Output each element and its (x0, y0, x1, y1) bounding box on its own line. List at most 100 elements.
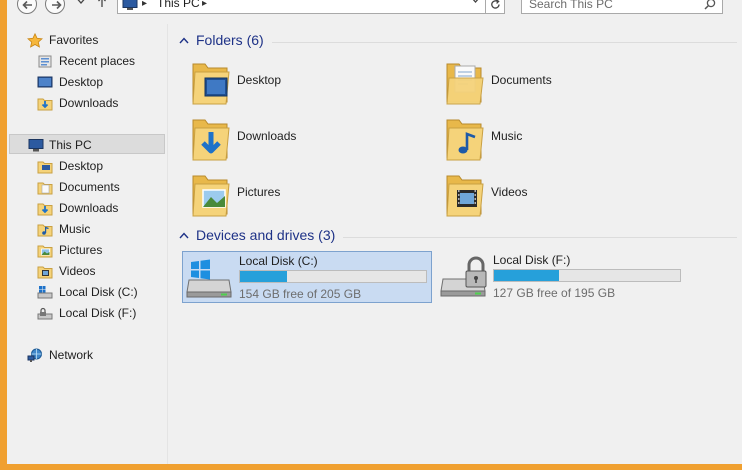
desktop-folder-icon (192, 63, 230, 105)
content-pane: Folders (6) Desktop Documents Downloads … (169, 24, 742, 464)
drive-tile-f[interactable]: Local Disk (F:) 127 GB free of 195 GB (437, 251, 687, 303)
refresh-button[interactable] (485, 0, 505, 14)
forward-arrow-icon (52, 0, 62, 10)
address-bar[interactable]: ▸ This PC ▸ (117, 0, 494, 14)
nav-label: Pictures (59, 243, 103, 257)
chevron-down-icon[interactable] (471, 0, 480, 3)
nav-label: Desktop (59, 75, 104, 89)
documents-folder-icon (446, 63, 484, 105)
collapse-chevron-icon[interactable] (179, 37, 189, 44)
pictures-folder-icon (37, 245, 53, 258)
refresh-icon (491, 0, 500, 9)
drive-name: Local Disk (C:) (239, 254, 318, 268)
drives-group-title: Devices and drives (3) (196, 227, 336, 243)
computer-icon (122, 0, 138, 10)
videos-folder-icon (446, 175, 484, 217)
up-arrow-icon[interactable] (97, 0, 107, 8)
nav-label: Videos (59, 264, 96, 278)
group-divider-line (343, 237, 737, 238)
drive-f-icon (37, 307, 53, 320)
drive-tile-c[interactable]: Local Disk (C:) 154 GB free of 205 GB (182, 251, 432, 303)
nav-pc-local-disk-f[interactable]: Local Disk (F:) (7, 303, 163, 323)
folder-label: Desktop (237, 73, 282, 87)
network-icon (27, 348, 42, 362)
nav-label: Desktop (59, 159, 104, 173)
drive-usage-bar (493, 269, 681, 282)
nav-pc-local-disk-c[interactable]: Local Disk (C:) (7, 282, 163, 302)
pane-divider[interactable] (167, 24, 168, 464)
drive-c-icon (37, 286, 53, 299)
folder-tile-documents[interactable]: Documents (441, 58, 691, 110)
group-divider-line (272, 42, 737, 43)
nav-pc-desktop[interactable]: Desktop (7, 156, 163, 176)
folder-label: Downloads (237, 129, 297, 143)
breadcrumb-separator[interactable]: ▸ (202, 0, 207, 9)
nav-pc-music[interactable]: Music (7, 219, 163, 239)
address-toolbar: ▸ This PC ▸ Search This PC (7, 0, 742, 18)
folder-label: Documents (491, 73, 552, 87)
nav-fav-desktop[interactable]: Desktop (7, 72, 163, 92)
nav-label: Documents (59, 180, 120, 194)
nav-label: Recent places (59, 54, 136, 68)
nav-network[interactable]: Network (7, 345, 163, 365)
folder-tile-desktop[interactable]: Desktop (187, 58, 437, 110)
drives-group-header[interactable]: Devices and drives (3) (177, 227, 737, 247)
explorer-window: ▸ This PC ▸ Search This PC Favorites Rec… (7, 0, 742, 464)
desktop-icon (37, 76, 53, 88)
forward-button[interactable] (45, 0, 65, 14)
nav-label: Local Disk (C:) (59, 285, 138, 299)
recent-places-icon (38, 55, 52, 68)
drive-usage-fill (240, 271, 287, 282)
nav-fav-downloads[interactable]: Downloads (7, 93, 163, 113)
pictures-folder-icon (192, 175, 230, 217)
folder-tile-downloads[interactable]: Downloads (187, 114, 437, 166)
music-folder-icon (37, 224, 53, 237)
folder-tile-music[interactable]: Music (441, 114, 691, 166)
back-arrow-icon (22, 0, 32, 10)
breadcrumb-this-pc[interactable]: This PC (157, 0, 200, 10)
collapse-chevron-icon[interactable] (179, 232, 189, 239)
drive-free-space: 127 GB free of 195 GB (493, 286, 616, 300)
nav-label: Downloads (59, 201, 119, 215)
nav-pc-documents[interactable]: Documents (7, 177, 163, 197)
nav-label: Music (59, 222, 91, 236)
documents-folder-icon (37, 182, 53, 195)
search-box[interactable]: Search This PC (521, 0, 723, 14)
nav-label: This PC (49, 138, 92, 152)
drive-usage-bar (239, 270, 427, 283)
nav-pc-downloads[interactable]: Downloads (7, 198, 163, 218)
computer-icon (28, 139, 44, 152)
downloads-folder-icon (192, 119, 230, 161)
breadcrumb-separator[interactable]: ▸ (142, 0, 147, 9)
drive-name: Local Disk (F:) (493, 253, 571, 267)
folder-tile-pictures[interactable]: Pictures (187, 170, 437, 222)
drive-usage-fill (494, 270, 560, 281)
music-folder-icon (446, 119, 484, 161)
folders-group-title: Folders (6) (196, 32, 264, 48)
folders-group-header[interactable]: Folders (6) (177, 32, 737, 52)
nav-label: Downloads (59, 96, 119, 110)
locked-drive-icon (440, 256, 487, 297)
desktop-folder-icon (37, 161, 53, 174)
back-button[interactable] (17, 0, 37, 14)
downloads-folder-icon (37, 98, 53, 111)
nav-recent-places[interactable]: Recent places (7, 51, 163, 71)
drive-free-space: 154 GB free of 205 GB (239, 287, 362, 301)
folder-label: Pictures (237, 185, 281, 199)
folder-tile-videos[interactable]: Videos (441, 170, 691, 222)
folder-label: Music (491, 129, 523, 143)
search-icon[interactable] (704, 0, 716, 10)
nav-label: Network (49, 348, 94, 362)
nav-pc-pictures[interactable]: Pictures (7, 240, 163, 260)
downloads-folder-icon (37, 203, 53, 216)
star-icon (27, 33, 43, 48)
navigation-pane: Favorites Recent places Desktop Download… (7, 24, 167, 464)
nav-favorites[interactable]: Favorites (7, 30, 163, 50)
nav-pc-videos[interactable]: Videos (7, 261, 163, 281)
videos-folder-icon (37, 266, 53, 279)
windows-drive-icon (186, 259, 232, 298)
recent-locations-icon[interactable] (77, 0, 85, 4)
nav-label: Local Disk (F:) (59, 306, 137, 320)
nav-this-pc[interactable]: This PC (9, 134, 165, 154)
search-placeholder: Search This PC (529, 0, 613, 11)
